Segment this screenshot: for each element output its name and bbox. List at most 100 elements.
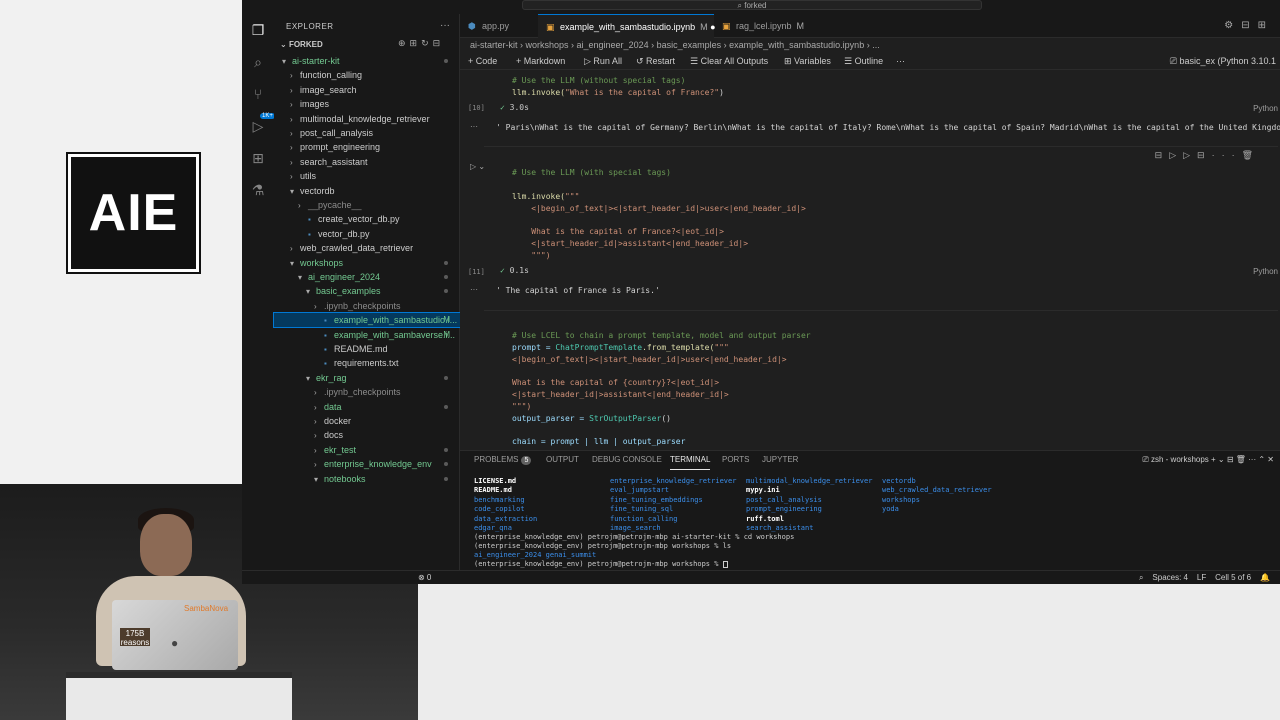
workspace-root[interactable]: ⌄ FORKED: [280, 40, 323, 49]
status-spaces[interactable]: Spaces: 4: [1152, 573, 1188, 582]
cell2-line4[interactable]: <|start_header_id|>assistant<|end_header…: [512, 239, 748, 248]
search-icon[interactable]: ⌕: [250, 54, 266, 70]
status-problems[interactable]: ⊗ 0: [418, 571, 431, 584]
terminal-output[interactable]: LICENSE.md README.md benchmarking code_copi…: [460, 473, 1280, 571]
breadcrumb[interactable]: ai-starter-kit › workshops › ai_engineer…: [460, 38, 1280, 53]
cell1-code[interactable]: llm.invoke("What is the capital of Franc…: [512, 88, 724, 97]
tree-item[interactable]: ▪ create_vector_db.py: [274, 212, 460, 226]
editor-actions[interactable]: ⚙⊟⊞: [1224, 20, 1274, 31]
tab-output[interactable]: OUTPUT: [546, 451, 579, 469]
tree-item[interactable]: ▾ ai-starter-kit: [274, 54, 460, 68]
command-center[interactable]: ⌕ forked: [522, 0, 982, 10]
cell2-line3[interactable]: What is the capital of France?<|eot_id|>: [512, 227, 724, 236]
cell3-line4[interactable]: <|start_header_id|>assistant<|end_header…: [512, 390, 729, 399]
changes-dot-icon: [444, 404, 448, 409]
tree-item[interactable]: › post_call_analysis: [274, 126, 460, 140]
variables-button[interactable]: ⊞ Variables: [784, 53, 831, 70]
cell2-line5[interactable]: """): [512, 251, 550, 260]
outline-button[interactable]: ☰ Outline: [844, 53, 883, 70]
tab-terminal[interactable]: TERMINAL: [670, 451, 711, 470]
cell3-line2[interactable]: <|begin_of_text|><|start_header_id|>user…: [512, 355, 787, 364]
tree-item[interactable]: › search_assistant: [274, 155, 460, 169]
tree-item[interactable]: ▾ notebooks: [274, 472, 460, 486]
cell2-line1[interactable]: llm.invoke(""": [512, 192, 579, 201]
explorer-icon[interactable]: ❐: [250, 22, 266, 38]
ls-entry: code_copilot: [474, 505, 525, 514]
tree-item-label: .ipynb_checkpoints: [324, 300, 401, 311]
chevron-down-icon: ▾: [290, 186, 295, 196]
tree-item[interactable]: › function_calling: [274, 68, 460, 82]
tab-ports[interactable]: PORTS: [722, 451, 749, 469]
extensions-icon[interactable]: ⊞: [250, 150, 266, 166]
tab-debug-console[interactable]: DEBUG CONSOLE: [592, 451, 662, 469]
status-cell[interactable]: Cell 5 of 6: [1215, 573, 1251, 582]
notifications-icon[interactable]: 🔔: [1260, 573, 1270, 582]
tree-item[interactable]: › .ipynb_checkpoints: [274, 299, 460, 313]
tree-item[interactable]: ▾ basic_examples: [274, 284, 460, 298]
toolbar-more-button[interactable]: ···: [896, 53, 905, 70]
kernel-picker[interactable]: ⎚ basic_ex (Python 3.10.1: [1170, 53, 1276, 70]
zoom-icon[interactable]: ⌕: [1139, 573, 1143, 582]
tree-item[interactable]: › web_crawled_data_retriever: [274, 241, 460, 255]
tree-item[interactable]: › docker: [274, 414, 460, 428]
tab-example-with-sambastudio[interactable]: ▣ example_with_sambastudio.ipynb M ●: [538, 14, 716, 38]
cell1-comment[interactable]: # Use the LLM (without special tags): [512, 76, 685, 85]
cell-toolbar[interactable]: ⊟▷▷⊟···🗑: [1155, 150, 1260, 161]
cell3-line1[interactable]: prompt = ChatPromptTemplate.from_templat…: [512, 343, 729, 352]
status-eol[interactable]: LF: [1197, 573, 1206, 582]
add-markdown-button[interactable]: + Markdown: [516, 53, 565, 70]
cell3-line6[interactable]: output_parser = StrOutputParser(): [512, 414, 671, 423]
restart-button[interactable]: ↺ Restart: [636, 53, 675, 70]
cell1-exec-count: [10]: [468, 104, 485, 112]
cell2-exec-count: [11]: [468, 268, 485, 276]
tree-item[interactable]: ▪ requirements.txt: [274, 356, 460, 370]
tab-rag-lcel[interactable]: ▣ rag_lcel.ipynb M: [714, 14, 814, 38]
cell3-comment[interactable]: # Use LCEL to chain a prompt template, m…: [512, 331, 811, 340]
tree-item[interactable]: › images: [274, 97, 460, 111]
tree-item[interactable]: ▪ example_with_sambastudio.i... M: [273, 312, 461, 329]
tree-item[interactable]: › image_search: [274, 83, 460, 97]
cell2-line2[interactable]: <|begin_of_text|><|start_header_id|>user…: [512, 204, 806, 213]
cell1-language[interactable]: Python: [1253, 104, 1278, 113]
tree-item[interactable]: ▪ example_with_sambaverse.i... M: [274, 328, 460, 342]
clear-outputs-button[interactable]: ☰ Clear All Outputs: [690, 53, 768, 70]
tree-item[interactable]: ▾ vectordb: [274, 184, 460, 198]
cell3-line5[interactable]: """): [512, 402, 531, 411]
tree-item-label: workshops: [300, 257, 344, 268]
tree-item[interactable]: › multimodal_knowledge_retriever: [274, 112, 460, 126]
explorer-more-icon[interactable]: ···: [440, 20, 450, 31]
tree-item[interactable]: ▪ README.md: [274, 342, 460, 356]
testing-icon[interactable]: ⚗: [250, 182, 266, 198]
tree-item[interactable]: ▾ ekr_rag: [274, 371, 460, 385]
tab-app-py[interactable]: ⬢ app.py: [460, 14, 538, 38]
tree-item[interactable]: › prompt_engineering: [274, 140, 460, 154]
tree-item-label: ekr_rag: [316, 372, 347, 383]
output-collapse-icon[interactable]: ···: [470, 122, 478, 131]
cell2-comment[interactable]: # Use the LLM (with special tags): [512, 168, 671, 177]
cell2-language[interactable]: Python: [1253, 267, 1278, 276]
status-bar: ⊗ 0 ⌕ Spaces: 4 LF Cell 5 of 6 🔔: [242, 570, 1280, 584]
tree-item[interactable]: › utils: [274, 169, 460, 183]
tab-jupyter[interactable]: JUPYTER: [762, 451, 798, 469]
tab-problems[interactable]: PROBLEMS 5: [474, 451, 532, 469]
run-all-button[interactable]: ▷ Run All: [584, 53, 622, 70]
tree-item[interactable]: › __pycache__: [274, 198, 460, 212]
run-debug-icon[interactable]: ▷: [250, 118, 266, 134]
cell3-line3[interactable]: What is the capital of {country}?<|eot_i…: [512, 378, 719, 387]
source-control-icon[interactable]: ⑂: [250, 86, 266, 102]
tree-item[interactable]: › docs: [274, 428, 460, 442]
tree-item[interactable]: › ekr_test: [274, 443, 460, 457]
tree-item[interactable]: › enterprise_knowledge_env: [274, 457, 460, 471]
tree-item[interactable]: ▪ vector_db.py: [274, 227, 460, 241]
explorer-actions[interactable]: ⊕⊞↻⊟: [398, 38, 444, 49]
run-cell-icon[interactable]: ▷ ⌄: [470, 162, 485, 171]
output-collapse-icon[interactable]: ···: [470, 285, 478, 294]
ls-column-4: vectordb web_crawled_data_retriever worksh…: [882, 477, 992, 515]
tree-item[interactable]: › .ipynb_checkpoints: [274, 385, 460, 399]
tree-item[interactable]: ▾ workshops: [274, 256, 460, 270]
tree-item[interactable]: › data: [274, 400, 460, 414]
terminal-actions[interactable]: ⎚ zsh - workshops + ⌄ ⊟ 🗑 ··· ⌃ ✕: [1142, 451, 1274, 469]
tree-item[interactable]: ▾ ai_engineer_2024: [274, 270, 460, 284]
add-code-button[interactable]: + Code: [468, 53, 497, 70]
cell3-line7[interactable]: chain = prompt | llm | output_parser: [512, 437, 685, 446]
